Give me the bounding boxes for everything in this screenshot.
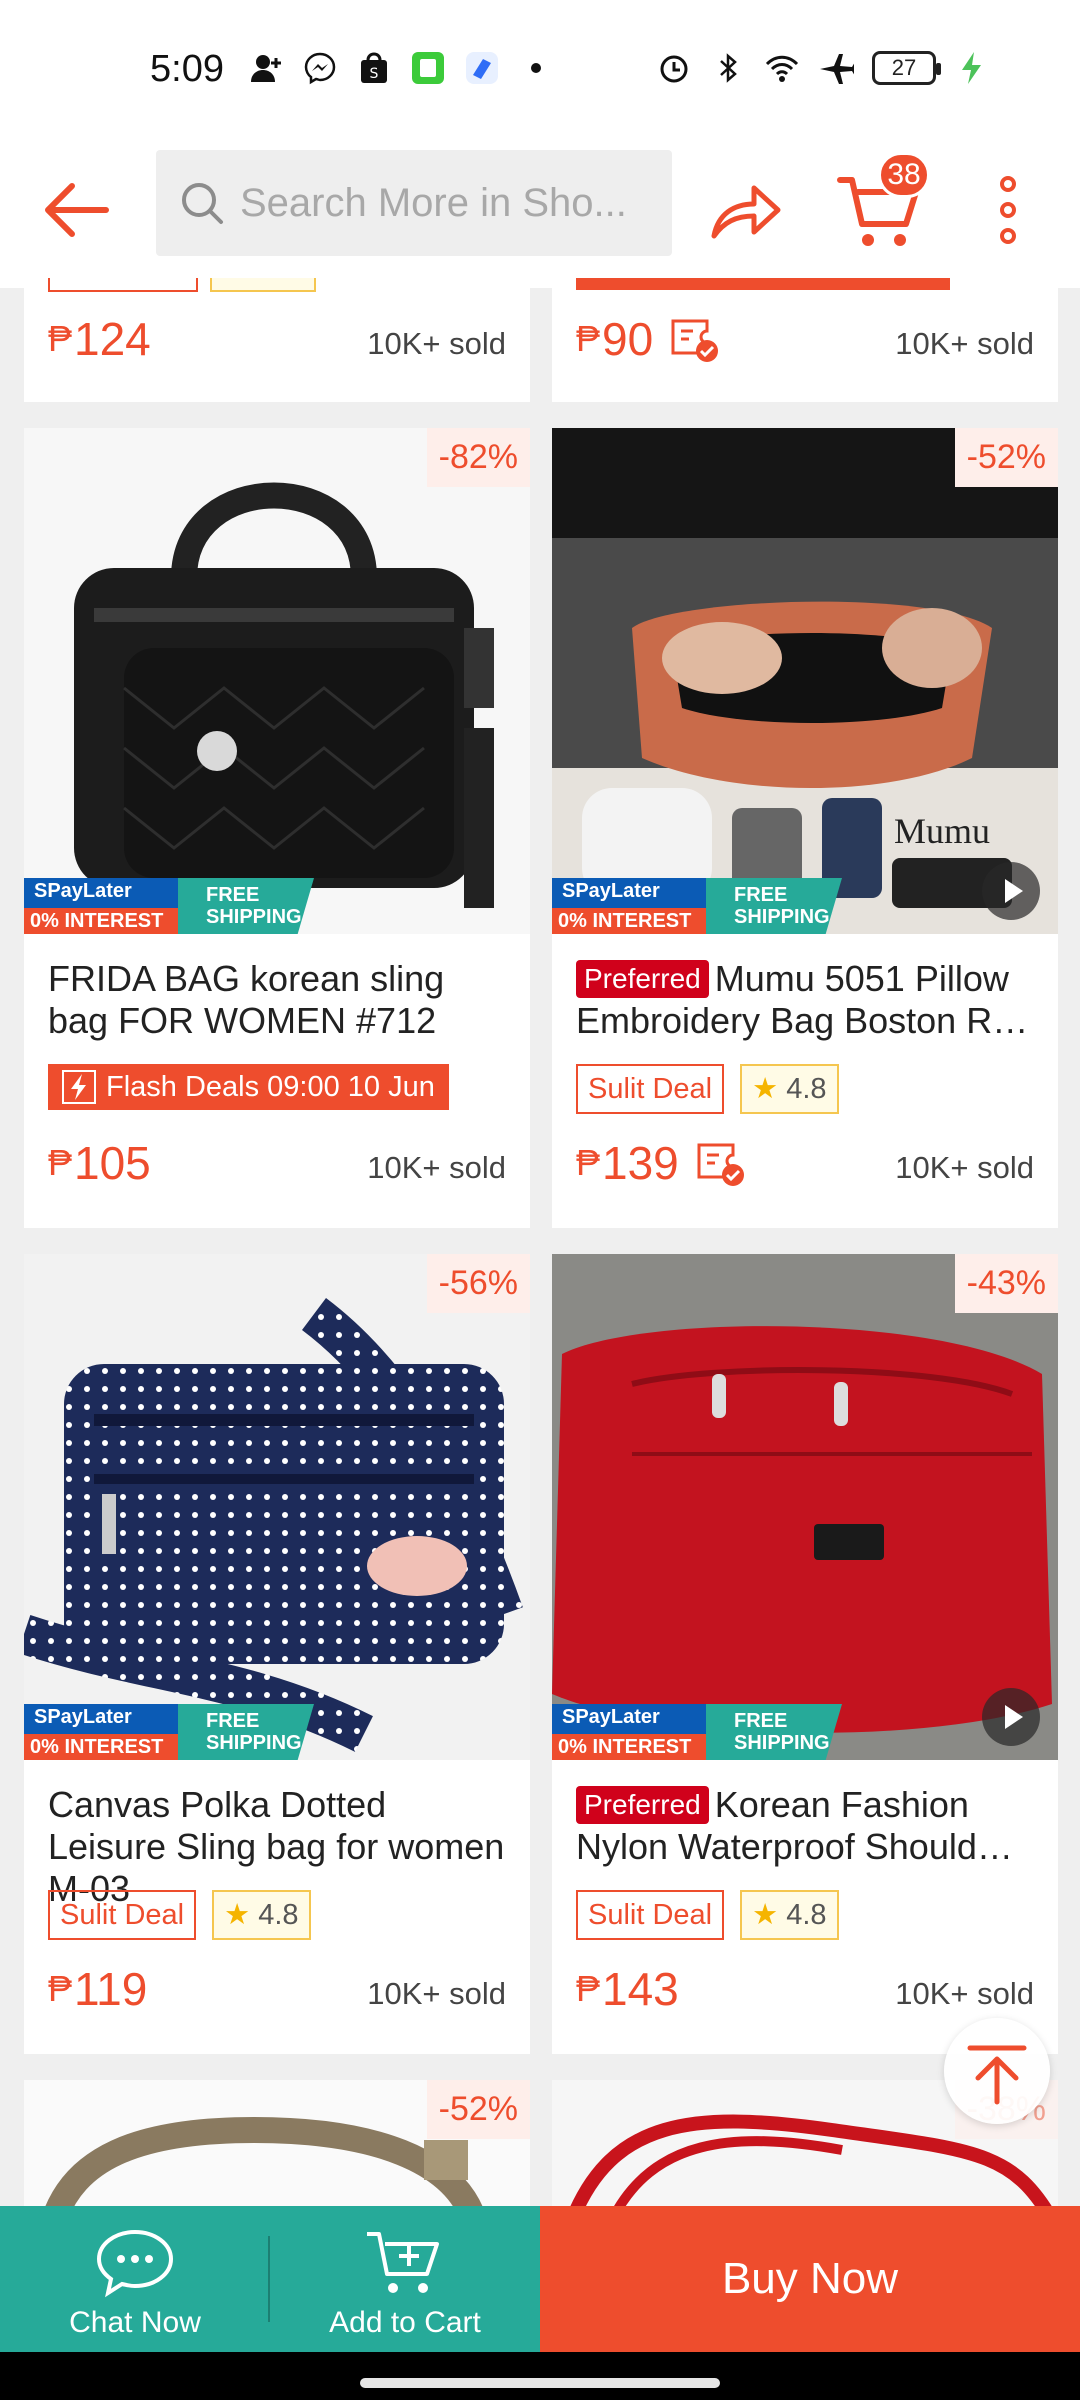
product-tags: Sulit Deal ★ 4.8	[48, 1890, 311, 1940]
product-image: -43% SPayLater 0% INTEREST FREE SHIPPING	[552, 1254, 1058, 1760]
wifi-icon	[765, 55, 799, 82]
star-icon: ★	[224, 1899, 251, 1931]
arrow-up-icon	[967, 2045, 1027, 2105]
product-price: ₱ 119	[48, 1963, 148, 2015]
sold-count: 10K+ sold	[367, 1976, 506, 2011]
home-gesture-handle[interactable]	[360, 2378, 720, 2388]
product-title: Preferred Korean Fashion Nylon Waterproof…	[576, 1784, 1013, 1867]
preferred-badge: Preferred	[576, 960, 709, 998]
share-icon[interactable]	[704, 170, 784, 250]
sold-count: 10K+ sold	[895, 326, 1034, 361]
top-app-bar: Search More in Sho... 38	[0, 140, 1080, 288]
sold-count: 10K+ sold	[367, 1150, 506, 1185]
search-icon	[182, 183, 223, 224]
app-root: 5:09 S 27 Search More in Sho... 38 ₱ 124…	[0, 0, 1080, 2400]
brown-bag-video-thumbnail: Mumu	[552, 428, 1058, 934]
lightning-icon	[62, 1070, 96, 1104]
chat-now-button[interactable]: Chat Now	[0, 2206, 270, 2352]
sold-count: 10K+ sold	[895, 1976, 1034, 2011]
sulit-deal-tag: Sulit Deal	[576, 1064, 725, 1114]
product-card[interactable]: -56% SPayLater 0% INTEREST FREE SHIPPING C…	[24, 1254, 530, 2054]
sold-count: 10K+ sold	[895, 1150, 1034, 1185]
product-price: ₱ 139	[576, 1136, 753, 1190]
shipping-guarantee-icon	[671, 319, 719, 362]
bottom-action-bar: Chat Now Add to Cart Buy Now	[0, 2206, 1080, 2352]
system-icons: 27	[656, 50, 990, 86]
dot-icon	[531, 63, 541, 73]
add-cart-icon	[367, 2232, 439, 2293]
preferred-badge: Preferred	[576, 1786, 709, 1824]
product-tags: Sulit Deal ★ 4.8	[576, 1890, 839, 1940]
product-image: -56% SPayLater 0% INTEREST FREE SHIPPING	[24, 1254, 530, 1760]
product-price: ₱ 105	[48, 1137, 151, 1189]
system-nav-bar	[0, 2352, 1080, 2400]
discount-badge: -43%	[954, 1254, 1058, 1313]
play-video-icon[interactable]	[982, 862, 1040, 920]
chat-now-label: Chat Now	[69, 2306, 201, 2339]
product-card[interactable]: -82% SPayLater 0% INTEREST FREE SHIPPING F…	[24, 428, 530, 1228]
flash-deal-tag: Flash Deals 09:00 10 Jun	[48, 1064, 449, 1110]
discount-badge: -52%	[954, 428, 1058, 487]
polka-dot-bag-image	[24, 1254, 530, 1760]
product-image: Mumu -52% SPayLater 0% INTEREST FREE SHIPP…	[552, 428, 1058, 934]
status-time: 5:09	[150, 48, 224, 90]
buy-now-button[interactable]: Buy Now	[540, 2206, 1080, 2352]
product-card[interactable]: -52%	[24, 2080, 530, 2220]
add-to-cart-label: Add to Cart	[329, 2306, 481, 2339]
product-image: -82% SPayLater 0% INTEREST FREE SHIPPING	[24, 428, 530, 934]
sulit-deal-tag: Sulit Deal	[576, 1890, 725, 1940]
promo-banner: SPayLater 0% INTEREST FREE SHIPPING	[24, 878, 314, 934]
sulit-deal-tag: Sulit Deal	[48, 1890, 197, 1940]
messenger-icon	[304, 52, 336, 85]
product-tags: Flash Deals 09:00 10 Jun	[48, 1064, 449, 1110]
add-to-cart-button[interactable]: Add to Cart	[270, 2206, 540, 2352]
product-card[interactable]: Mumu -52% SPayLater 0% INTEREST FREE SHIPP…	[552, 428, 1058, 1228]
sold-count: 10K+ sold	[367, 326, 506, 361]
svg-text:S: S	[370, 66, 379, 82]
back-arrow-icon[interactable]	[36, 170, 116, 250]
search-input[interactable]: Search More in Sho...	[156, 150, 672, 256]
notification-icons: S	[248, 50, 554, 86]
promo-banner: SPayLater 0% INTEREST FREE SHIPPING	[552, 878, 842, 934]
star-icon: ★	[752, 1073, 779, 1105]
person-add-icon	[251, 55, 281, 82]
product-price: ₱ 143	[576, 1963, 679, 2015]
battery-indicator: 27	[872, 51, 941, 85]
app-blue-icon	[466, 52, 498, 84]
product-card[interactable]: -43% SPayLater 0% INTEREST FREE SHIPPING P…	[552, 1254, 1058, 2054]
alarm-icon	[660, 55, 688, 83]
product-title: Preferred Mumu 5051 Pillow Embroidery Bag…	[576, 958, 1029, 1041]
airplane-icon	[820, 54, 854, 84]
more-options-icon[interactable]	[990, 170, 1026, 250]
discount-badge: -56%	[426, 1254, 530, 1313]
product-title: FRIDA BAG korean sling bag FOR WOMEN #71…	[48, 958, 445, 1041]
app-green-icon	[412, 52, 444, 84]
cart-count-badge: 38	[878, 152, 930, 198]
bluetooth-icon	[720, 53, 737, 83]
product-price: ₱ 90	[576, 312, 727, 366]
shipping-guarantee-icon	[697, 1143, 744, 1186]
scroll-to-top-button[interactable]	[944, 2018, 1050, 2124]
play-video-icon[interactable]	[982, 1688, 1040, 1746]
chat-bubble-icon	[96, 2229, 174, 2298]
product-card[interactable]: ₱ 124 10K+ sold	[24, 278, 530, 402]
red-nylon-bag-video-thumbnail	[552, 1254, 1058, 1760]
rating-tag: ★ 4.8	[740, 1890, 839, 1940]
charging-icon	[962, 52, 981, 84]
svg-text:Mumu: Mumu	[894, 811, 990, 851]
search-placeholder: Search More in Sho...	[240, 180, 627, 225]
promo-banner: SPayLater 0% INTEREST FREE SHIPPING	[552, 1704, 842, 1760]
discount-badge: -82%	[426, 428, 530, 487]
product-price: ₱ 124	[48, 313, 151, 365]
promo-banner: SPayLater 0% INTEREST FREE SHIPPING	[24, 1704, 314, 1760]
product-tags: Sulit Deal ★ 4.8	[576, 1064, 839, 1114]
shopee-icon: S	[361, 52, 387, 83]
discount-badge: -52%	[426, 2080, 530, 2139]
rating-tag: ★ 4.8	[212, 1890, 311, 1940]
black-quilted-bag-image	[24, 428, 530, 934]
star-icon: ★	[752, 1899, 779, 1931]
status-bar: 5:09 S 27	[0, 0, 1080, 140]
product-card[interactable]: ₱ 90 10K+ sold	[552, 278, 1058, 402]
rating-tag: ★ 4.8	[740, 1064, 839, 1114]
